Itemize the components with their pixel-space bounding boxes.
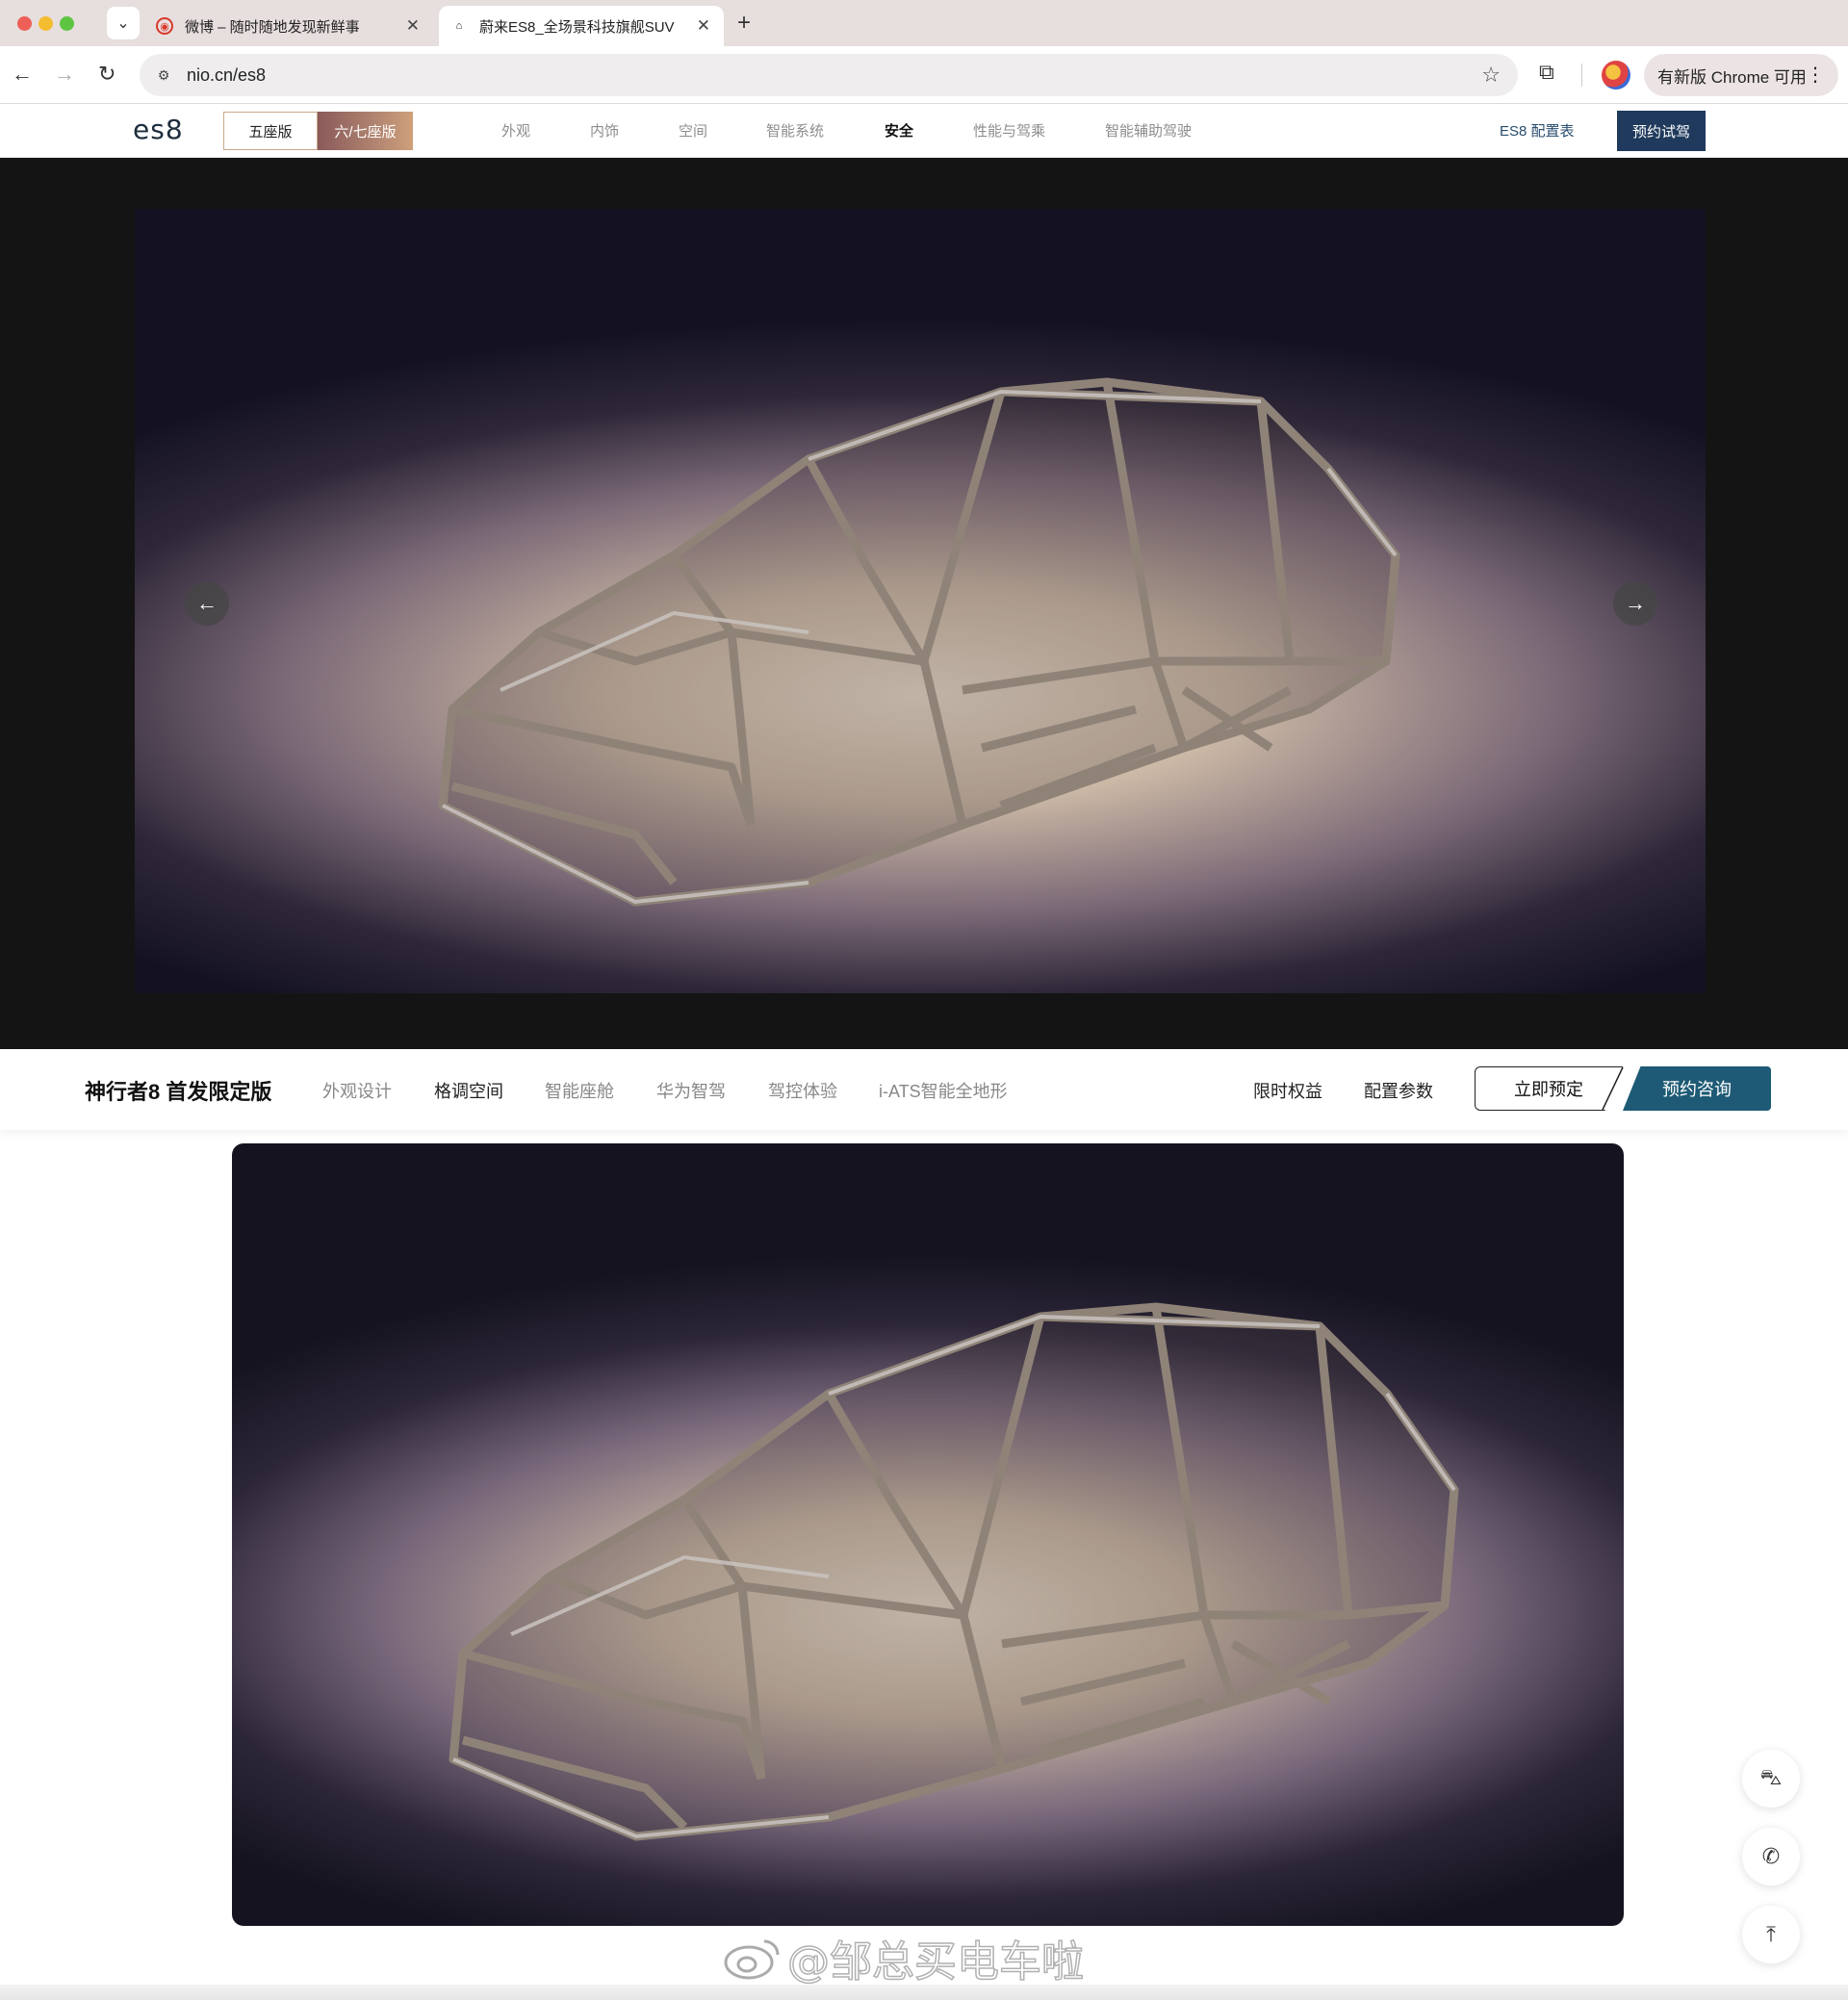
weibo-icon: ◉ xyxy=(156,17,173,35)
subnav-i-ats[interactable]: i-ATS智能全地形 xyxy=(879,1078,1008,1103)
nio-header: es8 五座版 六/七座版 外观 内饰 空间 智能系统 安全 性能与驾乘 智能辅… xyxy=(0,104,1848,158)
tab-search-chevron-icon[interactable]: ⌄ xyxy=(107,7,140,39)
phone-float-icon[interactable]: ✆ xyxy=(1742,1828,1800,1885)
tab-title: 微博 – 随时随地发现新鲜事 xyxy=(185,18,360,36)
nav-safety[interactable]: 安全 xyxy=(885,120,913,141)
maximize-window-button[interactable] xyxy=(60,16,74,31)
chrome-update-button[interactable]: 有新版 Chrome 可用 ⋮ xyxy=(1644,54,1838,96)
browser-tab-bar: ⌄ ◉ 微博 – 随时随地发现新鲜事 ✕ ⌂ 蔚来ES8_全场景科技旗舰SUV … xyxy=(0,0,1848,46)
car-config-float-icon[interactable]: ⛍ xyxy=(1742,1750,1800,1808)
nio-icon: ⌂ xyxy=(455,20,463,32)
model-name: 神行者8 首发限定版 xyxy=(85,1080,272,1104)
update-chip-label: 有新版 Chrome 可用 xyxy=(1657,67,1807,87)
nav-interior[interactable]: 内饰 xyxy=(590,120,619,141)
order-now-button[interactable]: 立即预定 xyxy=(1475,1066,1623,1111)
car-frame-illustration xyxy=(449,1302,1459,1841)
toolbar-divider xyxy=(1581,64,1582,87)
es8-config-link[interactable]: ES8 配置表 xyxy=(1500,120,1575,141)
nav-smart-system[interactable]: 智能系统 xyxy=(766,120,824,141)
close-window-button[interactable] xyxy=(17,16,32,31)
order-button-slant-edge xyxy=(1602,1066,1624,1111)
model-sub-nav: 神行者8 首发限定版 外观设计 格调空间 智能座舱 华为智驾 驾控体验 i-AT… xyxy=(0,1049,1848,1130)
five-seat-toggle[interactable]: 五座版 xyxy=(223,112,318,150)
nav-space[interactable]: 空间 xyxy=(679,120,707,141)
url-text: nio.cn/es8 xyxy=(187,65,267,85)
six-seven-seat-toggle[interactable]: 六/七座版 xyxy=(318,112,413,150)
hero-carousel: ← → xyxy=(0,158,1848,1049)
book-consult-button[interactable]: 预约咨询 xyxy=(1623,1066,1771,1111)
close-tab-icon[interactable]: ✕ xyxy=(697,16,710,36)
weibo-logo-icon xyxy=(724,1939,780,1980)
carousel-prev-arrow-icon[interactable]: ← xyxy=(185,581,229,626)
extensions-puzzle-icon[interactable]: ⧉ xyxy=(1539,60,1554,85)
subnav-space[interactable]: 格调空间 xyxy=(434,1078,503,1103)
spec-params-link[interactable]: 配置参数 xyxy=(1364,1078,1433,1103)
nav-assisted-driving[interactable]: 智能辅助驾驶 xyxy=(1105,120,1192,141)
limited-offer-link[interactable]: 限时权益 xyxy=(1253,1078,1322,1103)
minimize-window-button[interactable] xyxy=(38,16,53,31)
nav-exterior[interactable]: 外观 xyxy=(501,120,530,141)
browser-tab-weibo[interactable]: ◉ 微博 – 随时随地发现新鲜事 ✕ xyxy=(154,6,433,46)
back-to-top-icon[interactable]: ⤒ xyxy=(1742,1906,1800,1963)
car-body-frame-image xyxy=(135,209,1706,993)
es8-logo[interactable]: es8 xyxy=(133,114,184,145)
subnav-exterior-design[interactable]: 外观设计 xyxy=(322,1078,392,1103)
weibo-watermark: @邹总买电车啦 xyxy=(722,1931,1085,1987)
subnav-smart-cockpit[interactable]: 智能座舱 xyxy=(545,1078,614,1103)
nav-performance[interactable]: 性能与驾乘 xyxy=(973,120,1045,141)
page-bottom-edge xyxy=(0,1985,1848,2000)
subnav-driving-experience[interactable]: 驾控体验 xyxy=(768,1078,837,1103)
close-tab-icon[interactable]: ✕ xyxy=(406,16,420,36)
tab-title: 蔚来ES8_全场景科技旗舰SUV xyxy=(479,18,675,36)
more-menu-icon[interactable]: ⋮ xyxy=(1806,63,1825,87)
browser-toolbar: ← → ↻ ⚙ nio.cn/es8 ☆ ⧉ 有新版 Chrome 可用 ⋮ xyxy=(0,46,1848,104)
car-frame-illustration xyxy=(438,377,1400,907)
car-body-frame-image-2 xyxy=(232,1143,1624,1926)
carousel-next-arrow-icon[interactable]: → xyxy=(1613,581,1657,626)
address-bar[interactable]: ⚙ nio.cn/es8 ☆ xyxy=(140,54,1518,96)
site-settings-icon[interactable]: ⚙ xyxy=(153,64,174,86)
book-test-drive-button[interactable]: 预约试驾 xyxy=(1617,111,1706,151)
back-arrow-icon[interactable]: ← xyxy=(12,62,33,87)
profile-avatar[interactable] xyxy=(1602,61,1630,90)
bookmark-star-icon[interactable]: ☆ xyxy=(1481,63,1501,88)
browser-tab-nio[interactable]: ⌂ 蔚来ES8_全场景科技旗舰SUV ✕ xyxy=(439,6,724,46)
reload-icon[interactable]: ↻ xyxy=(98,62,116,87)
new-tab-plus-icon[interactable]: + xyxy=(737,10,751,37)
subnav-huawei-driving[interactable]: 华为智驾 xyxy=(656,1078,726,1103)
forward-arrow-icon[interactable]: → xyxy=(54,62,75,87)
watermark-text: @邹总买电车啦 xyxy=(786,1936,1085,1987)
